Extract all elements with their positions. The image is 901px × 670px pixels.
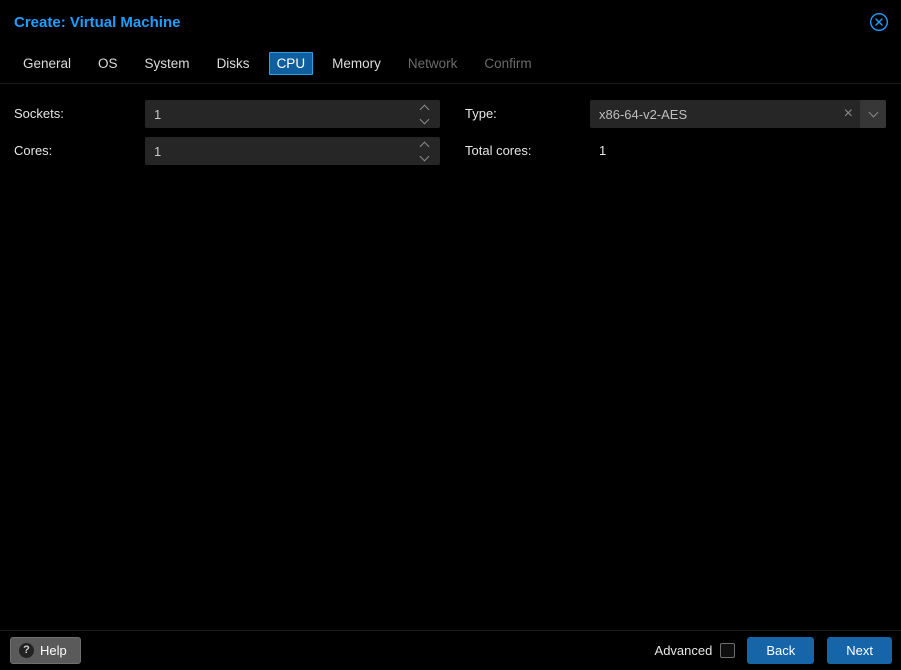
chevron-up-icon[interactable] [419,104,429,114]
dialog-title: Create: Virtual Machine [14,14,869,31]
dialog-titlebar: Create: Virtual Machine [0,0,901,44]
clear-icon[interactable]: × [837,106,860,122]
cores-value: 1 [145,144,440,159]
dialog-footer: ? Help Advanced Back Next [0,630,901,670]
tab-os[interactable]: OS [98,53,118,74]
total-cores-value: 1 [590,142,886,160]
total-cores-label: Total cores: [465,137,590,165]
question-icon: ? [19,643,34,658]
next-button[interactable]: Next [827,637,892,664]
tab-network: Network [408,53,458,74]
chevron-down-icon [868,108,878,118]
cores-label: Cores: [14,137,145,165]
help-button[interactable]: ? Help [10,637,81,664]
sockets-spinner[interactable] [417,100,431,128]
cpu-form: Sockets: 1 Type: x86-64-v2-AES × Cores: [14,100,887,165]
help-button-label: Help [40,643,67,658]
chevron-down-icon[interactable] [419,151,429,161]
cores-input[interactable]: 1 [145,137,440,165]
tab-memory[interactable]: Memory [332,53,381,74]
tab-general[interactable]: General [23,53,71,74]
tab-cpu[interactable]: CPU [269,52,314,75]
type-value: x86-64-v2-AES [590,107,837,122]
tab-disks[interactable]: Disks [217,53,250,74]
type-combobox[interactable]: x86-64-v2-AES × [590,100,886,128]
chevron-down-icon[interactable] [419,114,429,124]
type-label: Type: [465,100,590,128]
advanced-checkbox[interactable] [720,643,735,658]
advanced-label: Advanced [655,643,713,658]
create-vm-dialog: Create: Virtual Machine General OS Syste… [0,0,901,670]
close-icon[interactable] [869,12,889,32]
tab-system[interactable]: System [145,53,190,74]
tab-bar: General OS System Disks CPU Memory Netwo… [0,44,901,84]
combo-dropdown-button[interactable] [860,100,886,128]
tab-confirm: Confirm [484,53,531,74]
cpu-tab-panel: Sockets: 1 Type: x86-64-v2-AES × Cores: [0,84,901,630]
sockets-input[interactable]: 1 [145,100,440,128]
back-button[interactable]: Back [747,637,814,664]
sockets-value: 1 [145,107,440,122]
cores-spinner[interactable] [417,137,431,165]
sockets-label: Sockets: [14,100,145,128]
chevron-up-icon[interactable] [419,141,429,151]
